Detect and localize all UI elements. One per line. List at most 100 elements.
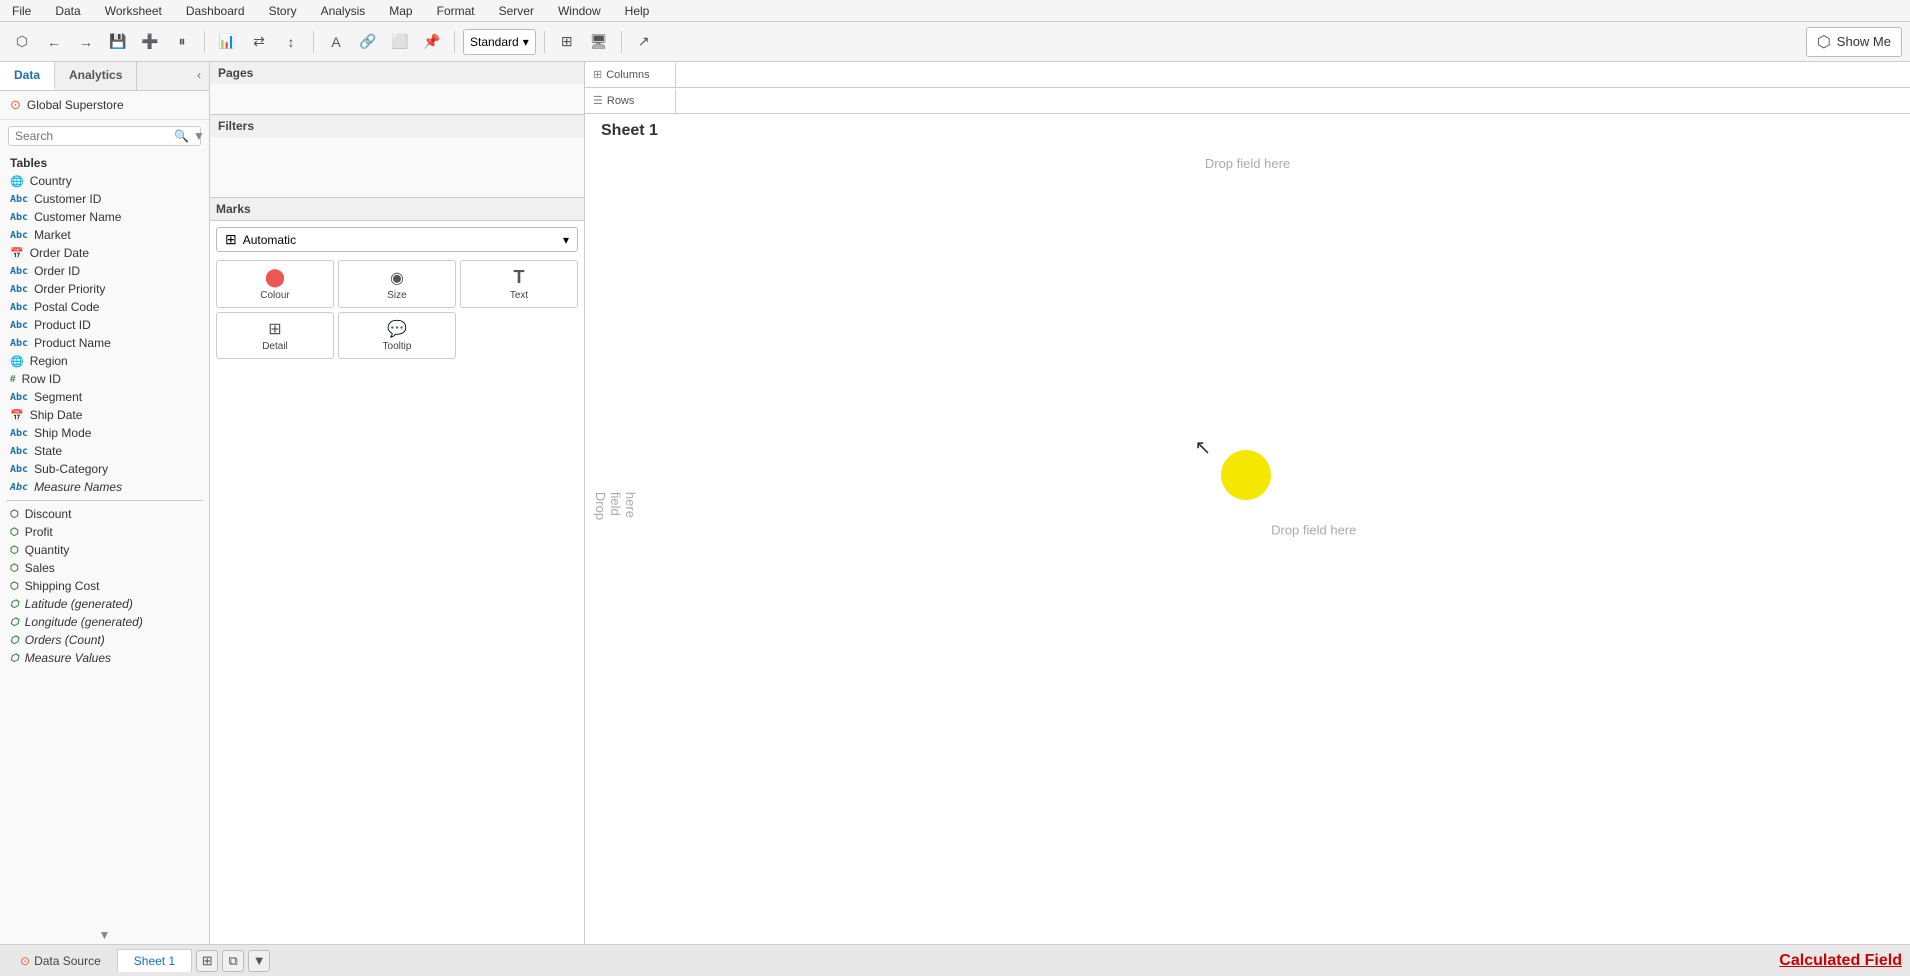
field-orders-count[interactable]: ⬡ Orders (Count): [0, 631, 209, 649]
field-label: Product Name: [34, 336, 111, 350]
field-longitude[interactable]: ⬡ Longitude (generated): [0, 613, 209, 631]
field-customer-id[interactable]: Abc Customer ID: [0, 190, 209, 208]
fix-width-btn[interactable]: ⊞: [553, 28, 581, 56]
panel-close-btn[interactable]: ‹: [189, 62, 209, 90]
pages-body[interactable]: [210, 84, 584, 114]
field-ship-mode[interactable]: Abc Ship Mode: [0, 424, 209, 442]
label-btn[interactable]: ⬜: [386, 28, 414, 56]
field-measure-names[interactable]: Abc Measure Names: [0, 478, 209, 496]
device-btn[interactable]: 🖥: [585, 28, 613, 56]
field-quantity[interactable]: ⬡ Quantity: [0, 541, 209, 559]
menu-map[interactable]: Map: [385, 2, 416, 20]
field-state[interactable]: Abc State: [0, 442, 209, 460]
datasource-name[interactable]: Global Superstore: [27, 98, 124, 112]
duplicate-sheet-btn[interactable]: ⧉: [222, 950, 244, 972]
field-label: State: [34, 444, 62, 458]
field-country[interactable]: 🌐 Country: [0, 172, 209, 190]
calendar-icon: 📅: [10, 247, 24, 260]
field-ship-date[interactable]: 📅 Ship Date: [0, 406, 209, 424]
tableau-logo-btn[interactable]: ⬡: [8, 28, 36, 56]
field-order-date[interactable]: 📅 Order Date: [0, 244, 209, 262]
filters-body[interactable]: [210, 137, 584, 197]
field-order-id[interactable]: Abc Order ID: [0, 262, 209, 280]
field-label: Shipping Cost: [25, 579, 100, 593]
menu-format[interactable]: Format: [433, 2, 479, 20]
pause-btn[interactable]: ⏸: [168, 28, 196, 56]
field-region[interactable]: 🌐 Region: [0, 352, 209, 370]
menu-file[interactable]: File: [8, 2, 35, 20]
marks-text-btn[interactable]: T Text: [460, 260, 578, 308]
filter-icon[interactable]: ▼: [193, 129, 205, 143]
text-label: Text: [510, 290, 528, 301]
marks-colour-btn[interactable]: ⬤ Colour: [216, 260, 334, 308]
menu-dashboard[interactable]: Dashboard: [182, 2, 249, 20]
pin-btn[interactable]: 📌: [418, 28, 446, 56]
menu-window[interactable]: Window: [554, 2, 605, 20]
highlight-btn[interactable]: A: [322, 28, 350, 56]
field-shipping-cost[interactable]: ⬡ Shipping Cost: [0, 577, 209, 595]
field-label: Ship Mode: [34, 426, 91, 440]
tab-analytics[interactable]: Analytics: [55, 62, 137, 90]
save-btn[interactable]: 💾: [104, 28, 132, 56]
new-sheet-btn[interactable]: ⊞: [196, 950, 218, 972]
menu-analysis[interactable]: Analysis: [317, 2, 370, 20]
marks-type-dropdown[interactable]: ⊞ Automatic ▾: [216, 227, 578, 252]
search-input[interactable]: [15, 129, 170, 143]
menu-worksheet[interactable]: Worksheet: [101, 2, 166, 20]
menu-help[interactable]: Help: [621, 2, 654, 20]
datasource-row: ⊙ Global Superstore: [0, 91, 209, 120]
chart-btn[interactable]: 📊: [213, 28, 241, 56]
field-profit[interactable]: ⬡ Profit: [0, 523, 209, 541]
abc-icon: Abc: [10, 212, 28, 223]
menu-server[interactable]: Server: [495, 2, 538, 20]
sheet1-tab[interactable]: Sheet 1: [117, 949, 192, 972]
menu-story[interactable]: Story: [265, 2, 301, 20]
field-discount[interactable]: ⬡ Discount: [0, 505, 209, 523]
columns-drop-area[interactable]: [675, 63, 1910, 87]
scroll-down-arrow[interactable]: ▼: [99, 928, 111, 942]
swap-btn[interactable]: ⇄: [245, 28, 273, 56]
tab-data[interactable]: Data: [0, 62, 55, 90]
add-datasource-btn[interactable]: ➕: [136, 28, 164, 56]
menu-bar: File Data Worksheet Dashboard Story Anal…: [0, 0, 1910, 22]
field-order-priority[interactable]: Abc Order Priority: [0, 280, 209, 298]
scroll-down-indicator: ▼: [0, 926, 209, 944]
tab-options-btn[interactable]: ▼: [248, 950, 270, 972]
field-segment[interactable]: Abc Segment: [0, 388, 209, 406]
data-source-tab[interactable]: ⊙ Data Source: [8, 950, 113, 972]
field-market[interactable]: Abc Market: [0, 226, 209, 244]
sort-btn[interactable]: ↕: [277, 28, 305, 56]
dimension-measure-separator: [6, 500, 203, 501]
view-size-dropdown[interactable]: Standard ▾: [463, 29, 536, 55]
share-btn[interactable]: ↗: [630, 28, 658, 56]
back-btn[interactable]: ←: [40, 28, 68, 56]
sep3: [454, 31, 455, 53]
field-customer-name[interactable]: Abc Customer Name: [0, 208, 209, 226]
field-postal-code[interactable]: Abc Postal Code: [0, 298, 209, 316]
marks-detail-btn[interactable]: ⊞ Detail: [216, 312, 334, 359]
panel-tabs: Data Analytics ‹: [0, 62, 209, 91]
forward-btn[interactable]: →: [72, 28, 100, 56]
field-sub-category[interactable]: Abc Sub-Category: [0, 460, 209, 478]
pages-shelf: Pages: [210, 62, 584, 115]
canvas[interactable]: Drop field here Drop field here ↖ Drop f…: [585, 148, 1910, 944]
field-latitude[interactable]: ⬡ Latitude (generated): [0, 595, 209, 613]
field-product-name[interactable]: Abc Product Name: [0, 334, 209, 352]
marks-size-btn[interactable]: ◉ Size: [338, 260, 456, 308]
field-measure-values[interactable]: ⬡ Measure Values: [0, 649, 209, 667]
menu-data[interactable]: Data: [51, 2, 84, 20]
tooltip-btn[interactable]: 🔗: [354, 28, 382, 56]
show-me-button[interactable]: ⬡ Show Me: [1806, 27, 1902, 57]
rows-drop-area[interactable]: [675, 89, 1910, 113]
field-row-id[interactable]: # Row ID: [0, 370, 209, 388]
marks-tooltip-btn[interactable]: 💬 Tooltip: [338, 312, 456, 359]
filters-shelf: Filters: [210, 115, 584, 198]
field-product-id[interactable]: Abc Product ID: [0, 316, 209, 334]
calculated-field-link[interactable]: Calculated Field: [1779, 952, 1902, 970]
marks-type-label: Automatic: [243, 233, 296, 247]
hash-icon: #: [10, 374, 16, 385]
field-label: Postal Code: [34, 300, 99, 314]
canvas-area: Sheet 1 Drop field here Drop field here …: [585, 114, 1910, 944]
field-label: Sales: [25, 561, 55, 575]
field-sales[interactable]: ⬡ Sales: [0, 559, 209, 577]
